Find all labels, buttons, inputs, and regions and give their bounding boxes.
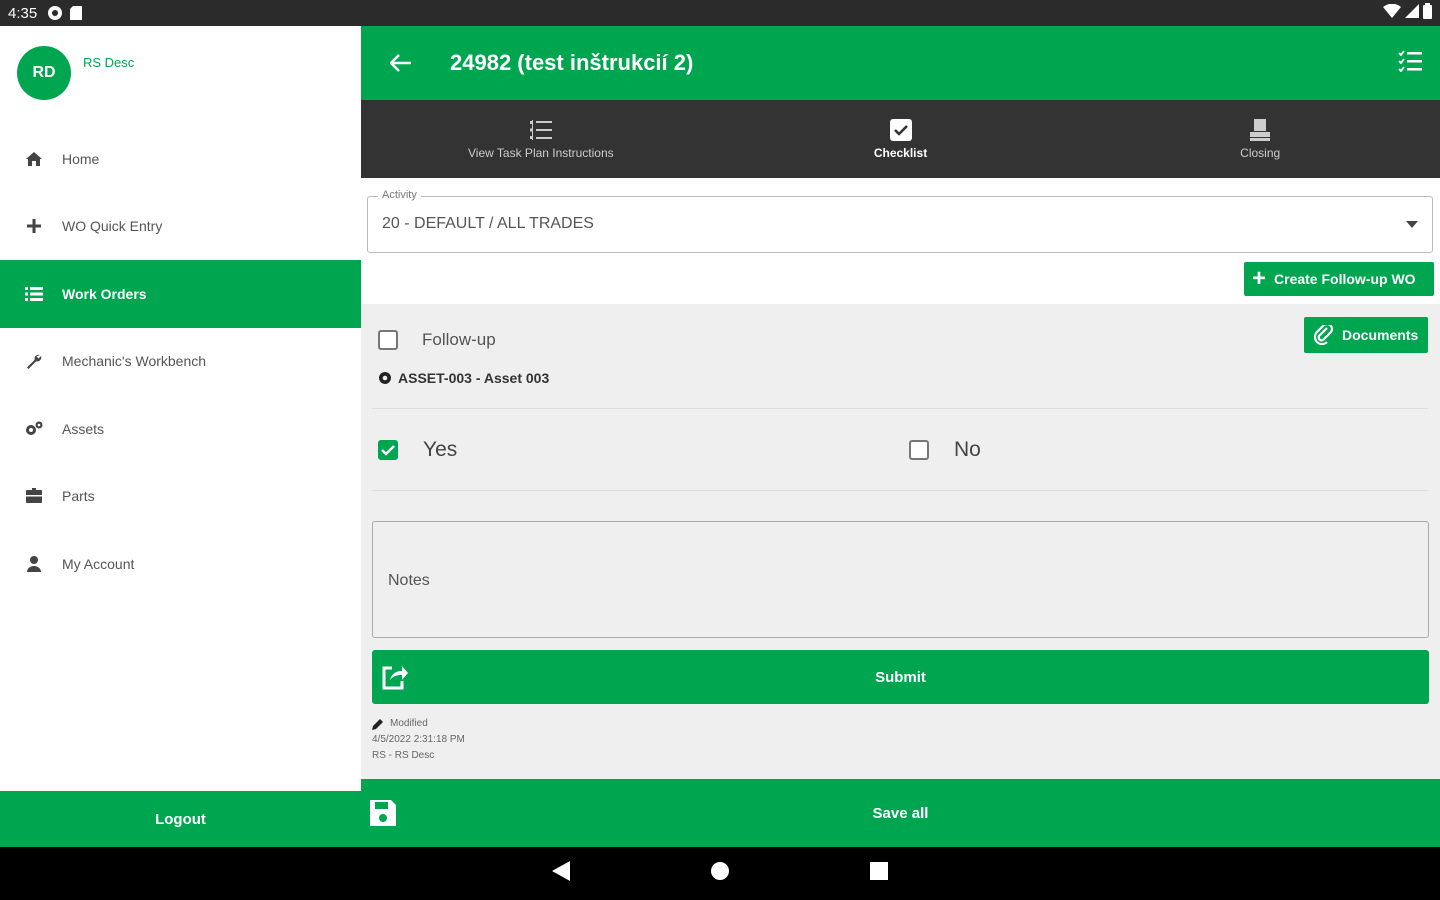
- yes-option: Yes: [378, 438, 457, 462]
- box-icon: [24, 486, 44, 506]
- plus-icon: +: [1252, 265, 1267, 292]
- share-icon: [380, 664, 408, 690]
- tab-label: View Task Plan Instructions: [468, 146, 614, 160]
- tab-label: Checklist: [873, 146, 928, 160]
- asset-info: ASSET-003 - Asset 003: [378, 370, 549, 386]
- navigation-drawer: RD RS Desc Home WO Quick Entry Work Orde…: [0, 26, 361, 791]
- follow-up-checkbox[interactable]: [378, 330, 398, 350]
- plus-icon: [24, 216, 44, 236]
- tab-checklist[interactable]: Checklist: [721, 100, 1081, 178]
- nav-item-label: My Account: [62, 555, 135, 572]
- wrench-icon: [24, 351, 44, 371]
- modified-user: RS - RS Desc: [372, 750, 435, 761]
- create-follow-up-label: Create Follow-up WO: [1274, 271, 1416, 287]
- documents-button[interactable]: Documents: [1304, 317, 1428, 353]
- activity-value: 20 - DEFAULT / ALL TRADES: [382, 215, 594, 232]
- save-icon: [369, 799, 397, 827]
- nav-item-home[interactable]: Home: [0, 125, 361, 193]
- nav-item-label: Home: [62, 150, 100, 167]
- nav-item-my-account[interactable]: My Account: [0, 530, 361, 598]
- tab-label: Closing: [1240, 146, 1281, 160]
- circle-home-icon: [711, 862, 729, 880]
- divider: [372, 408, 1428, 409]
- activity-section: Activity 20 - DEFAULT / ALL TRADES + Cre…: [361, 178, 1440, 304]
- back-button[interactable]: [361, 54, 441, 72]
- avatar: RD: [17, 46, 71, 100]
- submit-label: Submit: [875, 668, 926, 686]
- stamp-icon: [1249, 118, 1271, 142]
- main-content: 24982 (test inštrukcií 2) View Task Plan…: [361, 26, 1440, 847]
- nav-item-label: WO Quick Entry: [62, 218, 163, 235]
- check-icon: [381, 445, 395, 456]
- system-nav-bar: [0, 847, 1440, 900]
- nav-home-button[interactable]: [710, 861, 730, 886]
- nav-back-button[interactable]: [552, 861, 570, 886]
- no-checkbox[interactable]: [909, 440, 929, 460]
- follow-up-row: Follow-up: [378, 330, 496, 350]
- modified-info: Modified 4/5/2022 2:31:18 PM RS - RS Des…: [372, 716, 465, 764]
- list-icon: [24, 284, 44, 304]
- paperclip-icon: [1314, 325, 1334, 345]
- wifi-icon: [1383, 3, 1401, 22]
- modified-date: 4/5/2022 2:31:18 PM: [372, 734, 465, 745]
- checkbox-icon: [889, 118, 912, 142]
- asset-label: ASSET-003 - Asset 003: [398, 370, 550, 386]
- user-icon: [24, 554, 44, 574]
- chevron-down-icon: [1406, 221, 1418, 228]
- notes-placeholder: Notes: [388, 572, 430, 589]
- activity-label: Activity: [378, 189, 421, 201]
- nav-item-wo-quick-entry[interactable]: WO Quick Entry: [0, 193, 361, 261]
- checklist-icon: [1398, 49, 1422, 72]
- status-time: 4:35: [8, 4, 38, 22]
- profile-header: RD RS Desc: [17, 46, 134, 100]
- list-icon: [529, 118, 552, 142]
- battery-icon: [1423, 3, 1432, 23]
- sd-card-icon: [69, 5, 85, 21]
- app-bar: 24982 (test inštrukcií 2): [361, 26, 1440, 100]
- documents-label: Documents: [1342, 327, 1419, 343]
- activity-select[interactable]: Activity 20 - DEFAULT / ALL TRADES: [367, 189, 1433, 253]
- no-option: No: [909, 438, 981, 462]
- submit-button[interactable]: Submit: [372, 650, 1429, 704]
- modified-title: Modified: [390, 718, 428, 729]
- save-all-label: Save all: [872, 804, 929, 822]
- save-all-button[interactable]: Save all: [361, 779, 1440, 847]
- create-follow-up-wo-button[interactable]: + Create Follow-up WO: [1244, 262, 1434, 296]
- nav-item-label: Mechanic's Workbench: [62, 353, 207, 370]
- triangle-back-icon: [552, 861, 570, 881]
- yes-checkbox[interactable]: [378, 440, 398, 460]
- follow-up-label: Follow-up: [422, 330, 496, 349]
- pencil-icon: [372, 718, 384, 730]
- nav-item-label: Parts: [62, 488, 95, 505]
- notification-icon: [47, 5, 63, 21]
- divider: [372, 490, 1428, 491]
- nav-recents-button[interactable]: [870, 862, 888, 885]
- tab-bar: View Task Plan Instructions Checklist Cl…: [361, 100, 1440, 178]
- nav-item-assets[interactable]: Assets: [0, 395, 361, 463]
- nav-item-mechanics-workbench[interactable]: Mechanic's Workbench: [0, 328, 361, 396]
- signal-icon: [1405, 4, 1419, 22]
- gears-icon: [24, 419, 44, 439]
- checklist-menu-button[interactable]: [1398, 49, 1422, 77]
- profile-name: RS Desc: [83, 55, 135, 70]
- yes-label: Yes: [423, 438, 458, 461]
- nav-item-label: Assets: [62, 420, 105, 437]
- status-bar: 4:35: [0, 0, 1440, 26]
- arrow-left-icon: [390, 54, 411, 72]
- gear-icon: [378, 371, 392, 385]
- tab-closing[interactable]: Closing: [1080, 100, 1440, 178]
- no-label: No: [954, 438, 981, 461]
- home-icon: [24, 149, 44, 169]
- nav-item-work-orders[interactable]: Work Orders: [0, 260, 361, 328]
- nav-item-label: Work Orders: [62, 285, 147, 302]
- page-title: 24982 (test inštrukcií 2): [450, 50, 694, 75]
- nav-item-parts[interactable]: Parts: [0, 463, 361, 531]
- logout-button[interactable]: Logout: [0, 791, 361, 847]
- tab-view-task-plan-instructions[interactable]: View Task Plan Instructions: [361, 100, 721, 178]
- square-recents-icon: [870, 862, 888, 880]
- nav-menu: Home WO Quick Entry Work Orders Mechanic…: [0, 125, 361, 598]
- notes-field[interactable]: Notes: [372, 521, 1429, 638]
